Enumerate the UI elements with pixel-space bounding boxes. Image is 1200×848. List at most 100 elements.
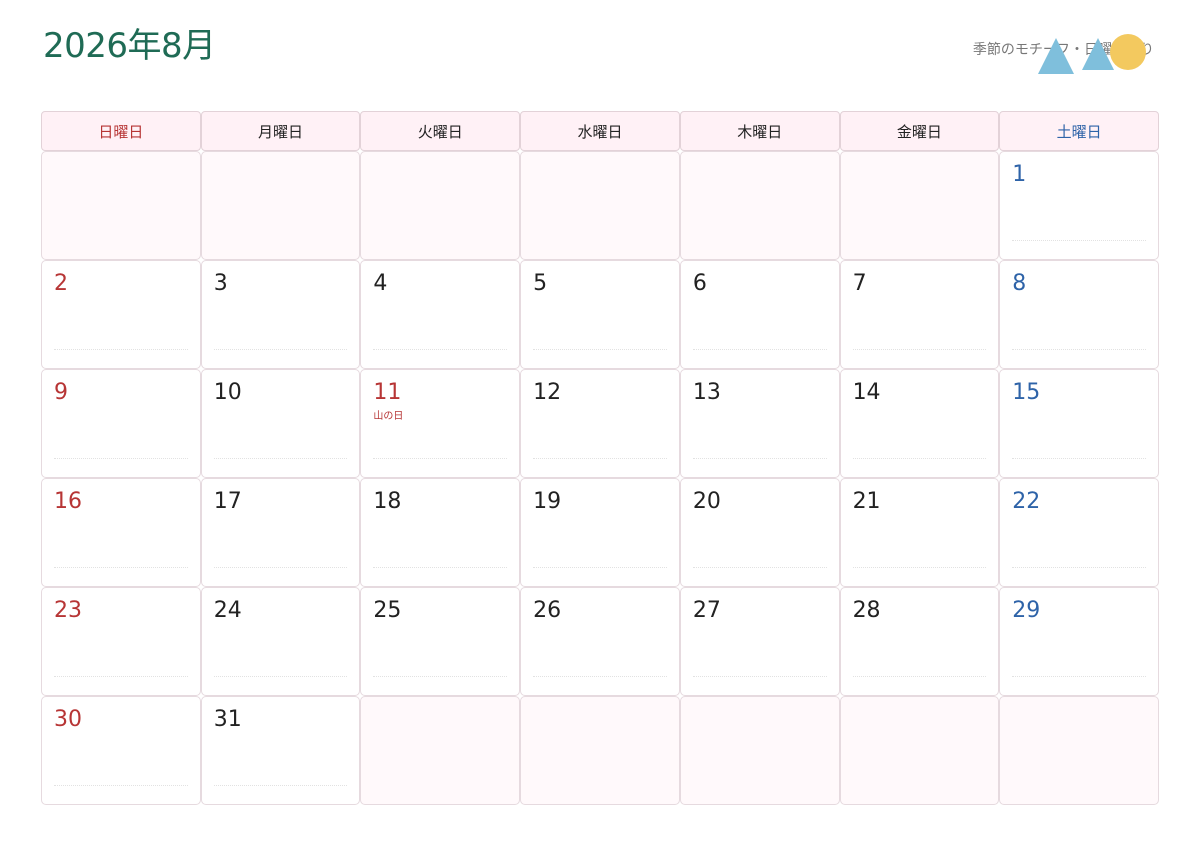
day-cell[interactable]: 2: [41, 260, 201, 369]
day-number: 22: [1012, 489, 1041, 514]
note-line: [213, 349, 348, 350]
day-number: 30: [54, 707, 82, 732]
note-line: [54, 676, 188, 677]
weekday-header: 水曜日: [520, 111, 680, 151]
note-line: [54, 458, 188, 459]
day-cell[interactable]: 29: [999, 587, 1159, 696]
note-line: [533, 349, 667, 350]
day-number: 8: [1012, 271, 1027, 296]
day-cell[interactable]: 23: [41, 587, 201, 696]
day-cell[interactable]: 7: [839, 260, 1000, 369]
day-cell[interactable]: 3: [200, 260, 361, 369]
day-cell[interactable]: 11 山の日: [360, 369, 521, 478]
day-cell[interactable]: 30: [41, 696, 201, 805]
day-number: 26: [533, 598, 562, 623]
note-line: [54, 349, 188, 350]
day-cell[interactable]: 26: [520, 587, 680, 696]
note-line: [1012, 567, 1146, 568]
day-number: 12: [533, 380, 562, 405]
day-cell[interactable]: 25: [360, 587, 521, 696]
day-cell[interactable]: 9: [41, 369, 201, 478]
day-number: 25: [373, 598, 402, 623]
note-line: [852, 676, 987, 677]
note-line: [1012, 240, 1146, 241]
day-cell[interactable]: 21: [839, 478, 1000, 587]
day-cell[interactable]: 6: [679, 260, 840, 369]
note-line: [692, 567, 827, 568]
day-cell[interactable]: 22: [999, 478, 1159, 587]
note-line: [692, 676, 827, 677]
day-number: 28: [852, 598, 881, 623]
day-cell[interactable]: 5: [520, 260, 680, 369]
day-number: 7: [852, 271, 867, 296]
day-cell[interactable]: 17: [200, 478, 361, 587]
triangle-icon: [1082, 38, 1114, 70]
note-line: [533, 567, 667, 568]
day-cell[interactable]: 10: [200, 369, 361, 478]
weekday-header: 土曜日: [999, 111, 1159, 151]
note-line: [54, 785, 188, 786]
day-cell[interactable]: 18: [360, 478, 521, 587]
weekday-header: 火曜日: [360, 111, 521, 151]
empty-day-cell: [200, 151, 361, 260]
day-cell[interactable]: 27: [679, 587, 840, 696]
day-cell[interactable]: 20: [679, 478, 840, 587]
empty-day-cell: [360, 151, 521, 260]
note-line: [1012, 676, 1146, 677]
note-line: [54, 567, 188, 568]
empty-day-cell: [839, 151, 1000, 260]
seasonal-motif: [1038, 34, 1146, 74]
note-line: [213, 676, 348, 677]
note-line: [852, 458, 987, 459]
day-number: 17: [213, 489, 242, 514]
day-cell[interactable]: 31: [200, 696, 361, 805]
calendar-grid: 日曜日 月曜日 火曜日 水曜日 木曜日 金曜日 土曜日 1 2 3 4 5 6 7 8 9 10 11 山の日 12 1…: [41, 111, 1159, 805]
weekday-header: 月曜日: [200, 111, 361, 151]
empty-day-cell: [839, 696, 1000, 805]
note-line: [1012, 458, 1146, 459]
day-number: 15: [1012, 380, 1041, 405]
day-cell[interactable]: 24: [200, 587, 361, 696]
day-cell[interactable]: 1: [999, 151, 1159, 260]
note-line: [533, 676, 667, 677]
day-number: 18: [373, 489, 402, 514]
day-number: 2: [54, 271, 68, 296]
note-line: [692, 458, 827, 459]
day-cell[interactable]: 19: [520, 478, 680, 587]
weekday-header: 金曜日: [839, 111, 1000, 151]
note-line: [373, 349, 508, 350]
empty-day-cell: [679, 696, 840, 805]
day-cell[interactable]: 13: [679, 369, 840, 478]
day-number: 16: [54, 489, 82, 514]
empty-day-cell: [360, 696, 521, 805]
day-number: 9: [54, 380, 68, 405]
note-line: [692, 349, 827, 350]
page-title: 2026年8月: [43, 26, 216, 66]
day-number: 29: [1012, 598, 1041, 623]
day-number: 1: [1012, 162, 1027, 187]
day-number: 10: [213, 380, 242, 405]
day-number: 20: [692, 489, 721, 514]
day-cell[interactable]: 12: [520, 369, 680, 478]
empty-day-cell: [520, 151, 680, 260]
day-cell[interactable]: 15: [999, 369, 1159, 478]
note-line: [852, 567, 987, 568]
empty-day-cell: [520, 696, 680, 805]
day-cell[interactable]: 16: [41, 478, 201, 587]
day-cell[interactable]: 14: [839, 369, 1000, 478]
day-cell[interactable]: 28: [839, 587, 1000, 696]
day-cell[interactable]: 4: [360, 260, 521, 369]
triangle-icon: [1038, 38, 1074, 74]
day-number: 19: [533, 489, 562, 514]
day-cell[interactable]: 8: [999, 260, 1159, 369]
day-number: 24: [213, 598, 242, 623]
note-line: [852, 349, 987, 350]
note-line: [373, 676, 508, 677]
note-line: [213, 785, 348, 786]
note-line: [213, 458, 348, 459]
note-line: [533, 458, 667, 459]
note-line: [213, 567, 348, 568]
day-number: 31: [213, 707, 242, 732]
day-number: 23: [54, 598, 82, 623]
note-line: [373, 458, 508, 459]
